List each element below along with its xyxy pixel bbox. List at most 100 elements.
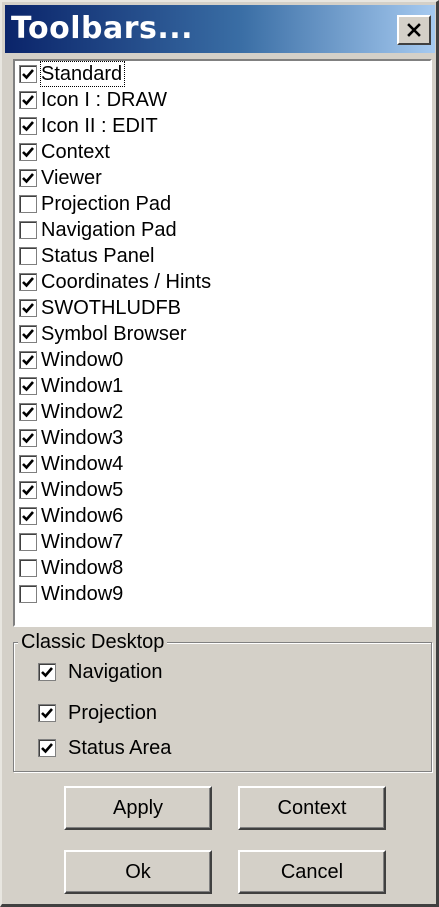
toolbar-label: Standard	[39, 61, 126, 87]
check-icon	[22, 147, 34, 158]
toolbar-checkbox[interactable]	[19, 247, 37, 265]
toolbar-list[interactable]: Standard Icon I : DRAW Icon II : EDIT Conte…	[13, 59, 432, 627]
toolbar-label: Viewer	[41, 167, 102, 189]
toolbar-checkbox[interactable]	[19, 507, 37, 525]
toolbar-label: Window7	[41, 531, 124, 553]
toolbar-label: Window8	[41, 557, 124, 579]
toolbars-dialog: Toolbars... Standard Icon I : DRAW Icon II…	[0, 0, 439, 907]
apply-button[interactable]: Apply	[64, 786, 212, 830]
toolbar-checkbox[interactable]	[19, 403, 37, 421]
check-icon	[22, 69, 34, 80]
context-button[interactable]: Context	[238, 786, 386, 830]
toolbar-checkbox[interactable]	[19, 559, 37, 577]
check-icon	[22, 329, 34, 340]
check-icon	[22, 303, 34, 314]
toolbar-checkbox[interactable]	[19, 195, 37, 213]
toolbar-label: Window1	[41, 375, 124, 397]
toolbar-list-item[interactable]: Window7	[15, 529, 430, 555]
toolbar-list-item[interactable]: Window3	[15, 425, 430, 451]
toolbar-list-item[interactable]: Standard	[15, 61, 430, 87]
check-icon	[22, 355, 34, 366]
navigation-checkbox[interactable]	[38, 663, 56, 681]
toolbar-list-item[interactable]: Window4	[15, 451, 430, 477]
toolbar-label: Window9	[41, 583, 124, 605]
toolbar-list-item[interactable]: Projection Pad	[15, 191, 430, 217]
close-icon	[407, 23, 421, 37]
classic-option-status-area[interactable]: Status Area	[38, 733, 173, 763]
toolbar-checkbox[interactable]	[19, 169, 37, 187]
window-title: Toolbars...	[11, 11, 194, 46]
toolbar-label: Icon II : EDIT	[41, 115, 158, 137]
toolbar-list-item[interactable]: Symbol Browser	[15, 321, 430, 347]
toolbar-checkbox[interactable]	[19, 377, 37, 395]
toolbar-label: Window6	[41, 505, 124, 527]
check-icon	[22, 381, 34, 392]
toolbar-checkbox[interactable]	[19, 65, 37, 83]
toolbar-label: Icon I : DRAW	[41, 89, 167, 111]
toolbar-checkbox[interactable]	[19, 481, 37, 499]
check-icon	[22, 121, 34, 132]
check-icon	[41, 667, 53, 678]
check-icon	[22, 459, 34, 470]
toolbar-checkbox[interactable]	[19, 533, 37, 551]
toolbar-checkbox[interactable]	[19, 91, 37, 109]
toolbar-list-item[interactable]: Viewer	[15, 165, 430, 191]
ok-button[interactable]: Ok	[64, 850, 212, 894]
toolbar-checkbox[interactable]	[19, 143, 37, 161]
toolbar-label: SWOTHLUDFB	[41, 297, 181, 319]
check-icon	[22, 407, 34, 418]
toolbar-list-item[interactable]: Icon I : DRAW	[15, 87, 430, 113]
toolbar-checkbox[interactable]	[19, 351, 37, 369]
toolbar-list-item[interactable]: Coordinates / Hints	[15, 269, 430, 295]
toolbar-label: Window0	[41, 349, 124, 371]
toolbar-list-item[interactable]: Window6	[15, 503, 430, 529]
close-button[interactable]	[397, 15, 431, 45]
check-icon	[22, 511, 34, 522]
toolbar-label: Status Panel	[41, 245, 155, 267]
toolbar-list-item[interactable]: Window8	[15, 555, 430, 581]
toolbar-list-item[interactable]: Window9	[15, 581, 430, 607]
projection-checkbox[interactable]	[38, 704, 56, 722]
toolbar-list-item[interactable]: Window2	[15, 399, 430, 425]
toolbar-checkbox[interactable]	[19, 273, 37, 291]
toolbar-checkbox[interactable]	[19, 299, 37, 317]
toolbar-checkbox[interactable]	[19, 585, 37, 603]
toolbar-label: Window4	[41, 453, 124, 475]
toolbar-label: Window2	[41, 401, 124, 423]
toolbar-list-item[interactable]: Context	[15, 139, 430, 165]
toolbar-list-item[interactable]: Navigation Pad	[15, 217, 430, 243]
toolbar-label: Coordinates / Hints	[41, 271, 212, 293]
check-icon	[22, 433, 34, 444]
check-icon	[22, 95, 34, 106]
toolbar-checkbox[interactable]	[19, 117, 37, 135]
classic-option-projection[interactable]: Projection	[38, 698, 159, 728]
toolbar-list-item[interactable]: Icon II : EDIT	[15, 113, 430, 139]
toolbar-label: Window5	[41, 479, 124, 501]
toolbar-label: Window3	[41, 427, 124, 449]
check-icon	[41, 708, 53, 719]
navigation-label: Navigation	[68, 661, 163, 683]
toolbar-checkbox[interactable]	[19, 325, 37, 343]
toolbar-list-item[interactable]: Status Panel	[15, 243, 430, 269]
toolbar-list-item[interactable]: Window0	[15, 347, 430, 373]
title-bar[interactable]: Toolbars...	[5, 5, 435, 53]
classic-option-navigation[interactable]: Navigation	[38, 657, 165, 687]
toolbar-label: Projection Pad	[41, 193, 172, 215]
projection-label: Projection	[68, 702, 157, 724]
toolbar-checkbox[interactable]	[19, 429, 37, 447]
toolbar-list-item[interactable]: SWOTHLUDFB	[15, 295, 430, 321]
toolbar-label: Navigation Pad	[41, 219, 177, 241]
toolbar-list-item[interactable]: Window1	[15, 373, 430, 399]
toolbar-label: Context	[41, 141, 110, 163]
toolbar-checkbox[interactable]	[19, 221, 37, 239]
check-icon	[41, 743, 53, 754]
cancel-button[interactable]: Cancel	[238, 850, 386, 894]
status-area-checkbox[interactable]	[38, 739, 56, 757]
classic-desktop-title: Classic Desktop	[18, 630, 168, 654]
check-icon	[22, 173, 34, 184]
toolbar-list-item[interactable]: Window5	[15, 477, 430, 503]
check-icon	[22, 485, 34, 496]
toolbar-checkbox[interactable]	[19, 455, 37, 473]
toolbar-label: Symbol Browser	[41, 323, 187, 345]
classic-desktop-group: Classic Desktop Navigation Projection St…	[13, 630, 432, 772]
